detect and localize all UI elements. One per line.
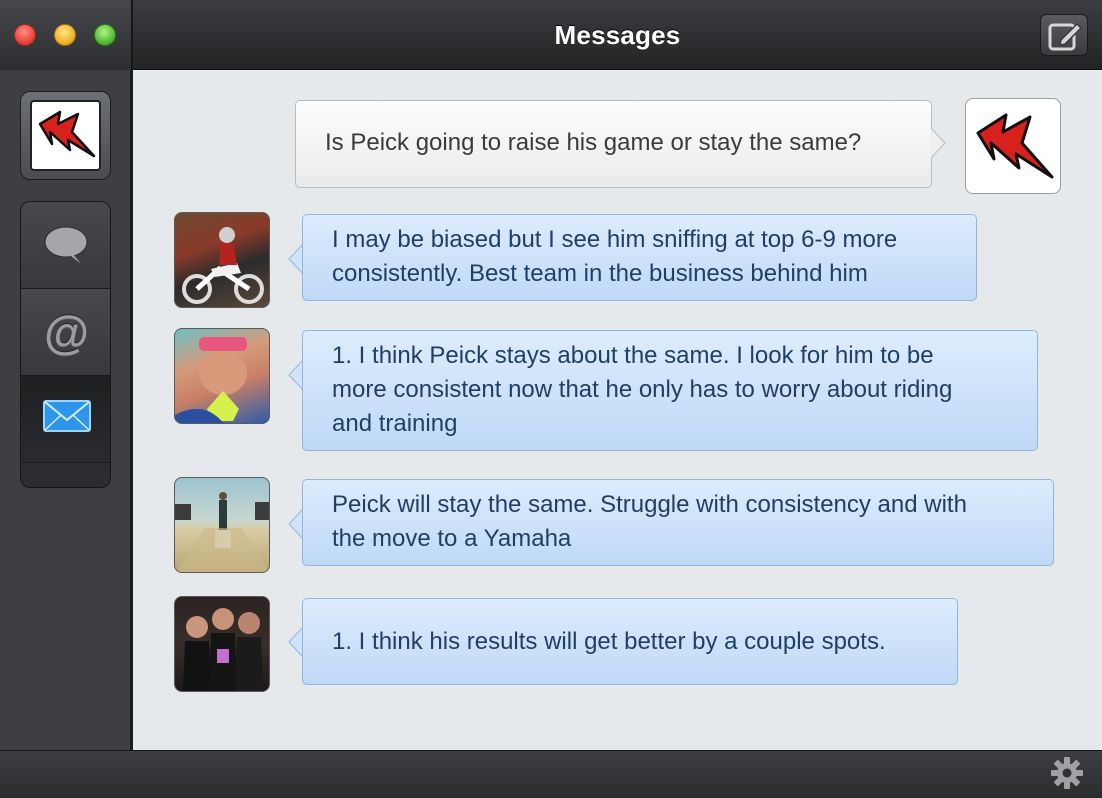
compose-icon (1048, 22, 1083, 51)
street-photo (175, 492, 269, 572)
avatar[interactable] (174, 596, 270, 692)
account-button[interactable] (20, 91, 111, 180)
compose-button[interactable] (1040, 14, 1088, 56)
message-text: the move to a Yamaha (332, 525, 572, 552)
self-avatar (965, 98, 1061, 194)
minimize-window-button[interactable] (54, 24, 76, 46)
title-bar-sidebar-segment (0, 0, 133, 70)
message-text: and training (332, 410, 458, 437)
zoom-window-button[interactable] (94, 24, 116, 46)
envelope-icon (43, 400, 91, 432)
message-bubble-outgoing[interactable]: Is Peick going to raise his game or stay… (295, 100, 932, 188)
message-text: more consistent now that he only has to … (332, 376, 953, 403)
avatar[interactable] (174, 328, 270, 424)
bottom-toolbar (0, 750, 1102, 798)
message-bubble-incoming[interactable]: 1. I think Peick stays about the same. I… (302, 330, 1038, 451)
bubble-tail (288, 509, 303, 539)
message-text: I may be biased but I see him sniffing a… (332, 226, 898, 253)
message-bubble-incoming[interactable]: 1. I think his results will get better b… (302, 598, 958, 685)
bubble-tail (288, 244, 303, 274)
sidebar-item-messages[interactable] (21, 376, 110, 463)
avatar[interactable] (174, 477, 270, 573)
message-bubble-incoming[interactable]: I may be biased but I see him sniffing a… (302, 214, 977, 301)
conversation-view[interactable]: Is Peick going to raise his game or stay… (136, 70, 1102, 750)
bubble-tail (288, 360, 303, 390)
account-avatar (30, 100, 101, 171)
sidebar-item-mentions[interactable]: @ (21, 289, 110, 376)
sidebar-nav: @ (20, 201, 111, 488)
lightning-logo-icon (38, 110, 96, 158)
message-text: Peick will stay the same. Struggle with … (332, 491, 967, 518)
message-text: Is Peick going to raise his game or stay… (325, 129, 862, 156)
window-title: Messages (554, 20, 681, 50)
title-bar: Messages (0, 0, 1102, 70)
close-window-button[interactable] (14, 24, 36, 46)
lightning-logo-icon (976, 113, 1054, 179)
avatar[interactable] (174, 212, 270, 308)
bubble-tail (931, 128, 946, 158)
group-photo (183, 608, 263, 691)
bubble-tail (288, 627, 303, 657)
at-sign-icon: @ (44, 306, 89, 358)
gear-icon[interactable] (1050, 756, 1084, 790)
messages-window: Messages @ Is Peick going to raise his g… (0, 0, 1102, 798)
message-bubble-incoming[interactable]: Peick will stay the same. Struggle with … (302, 479, 1054, 566)
selfie-photo (175, 337, 247, 423)
sidebar-item-timeline[interactable] (21, 202, 110, 289)
speech-bubble-icon (44, 226, 88, 264)
motocross-rider-photo (182, 227, 264, 304)
message-text: 1. I think Peick stays about the same. I… (332, 342, 934, 369)
sidebar: @ (0, 70, 133, 750)
message-text: 1. I think his results will get better b… (332, 628, 886, 655)
message-text: consistently. Best team in the business … (332, 260, 868, 287)
